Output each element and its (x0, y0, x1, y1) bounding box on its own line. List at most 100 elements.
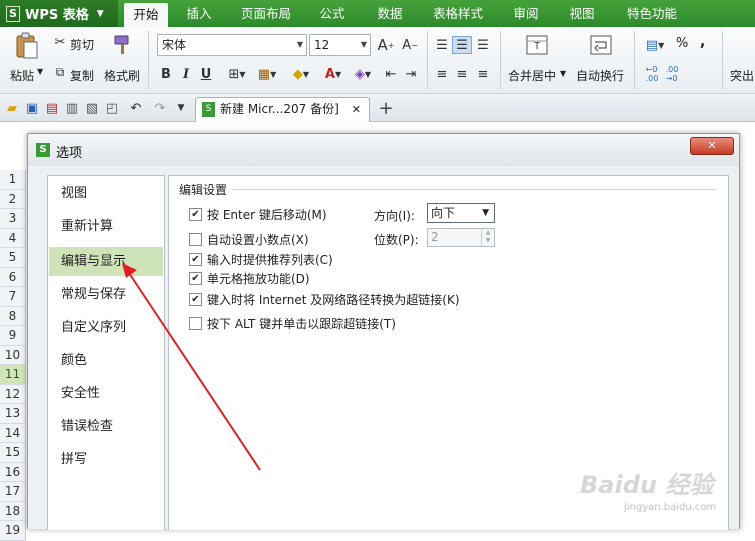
print-icon[interactable]: ▥ (64, 100, 80, 116)
tab-review[interactable]: 审阅 (506, 0, 546, 27)
row-header[interactable]: 13 (0, 404, 26, 424)
tab-table-style[interactable]: 表格样式 (426, 0, 490, 27)
tab-insert[interactable]: 插入 (180, 0, 218, 27)
sidebar-item-error-checking[interactable]: 错误检查 (49, 412, 163, 441)
export-pdf-icon[interactable]: ▤ (44, 100, 60, 116)
tab-formula[interactable]: 公式 (312, 0, 352, 27)
spinner-arrows-icon[interactable]: ▲ ▼ (481, 229, 494, 246)
row-header[interactable]: 15 (0, 443, 26, 463)
decrease-font-icon[interactable]: A − (400, 36, 420, 54)
percent-button[interactable]: % (676, 36, 688, 51)
row-header[interactable]: 18 (0, 501, 26, 521)
dialog-title-bar[interactable]: S 选项 ✕ (28, 134, 739, 166)
checkbox[interactable]: ✔ (189, 271, 202, 285)
align-middle-icon[interactable]: ☰ (452, 36, 472, 54)
row-header[interactable]: 17 (0, 482, 26, 502)
format-painter-button[interactable]: 格式刷 (104, 67, 140, 84)
merge-center-button[interactable]: 合并居中 (508, 67, 556, 84)
sidebar-item-recalculation[interactable]: 重新计算 (49, 212, 163, 241)
cut-button[interactable]: 剪切 (70, 36, 94, 53)
font-color-icon[interactable]: A ▼ (318, 65, 348, 83)
paste-button[interactable]: 粘贴 (10, 67, 34, 84)
open-folder-icon[interactable]: ▰ (4, 100, 20, 116)
sidebar-item-edit-display[interactable]: 编辑与显示 (49, 247, 163, 276)
save-icon[interactable]: ▣ (24, 100, 40, 116)
checkbox[interactable]: ✔ (189, 252, 202, 266)
row-header[interactable]: 7 (0, 287, 26, 307)
row-header[interactable]: 14 (0, 423, 26, 443)
row-header[interactable]: 9 (0, 326, 26, 346)
checkbox[interactable] (189, 316, 202, 330)
sidebar-item-general-save[interactable]: 常规与保存 (49, 280, 163, 309)
checkbox[interactable]: ✔ (189, 207, 202, 221)
row-header[interactable]: 8 (0, 306, 26, 326)
dialog-close-button[interactable]: ✕ (690, 137, 734, 155)
tab-page-layout[interactable]: 页面布局 (236, 0, 296, 27)
sidebar-item-view[interactable]: 视图 (49, 179, 163, 208)
italic-icon[interactable]: I (178, 65, 194, 83)
option-alt-click-hyperlink[interactable]: 按下 ALT 键并单击以跟踪超链接(T) (189, 315, 396, 331)
row-header[interactable]: 11 (0, 365, 26, 385)
row-header[interactable]: 2 (0, 189, 26, 209)
app-menu-button[interactable]: S WPS 表格 ▼ (0, 0, 118, 27)
row-header[interactable]: 4 (0, 228, 26, 248)
font-name-combo[interactable]: 宋体 ▼ (157, 34, 307, 56)
document-tab[interactable]: S 新建 Micr...207 备份] ✕ (195, 97, 370, 122)
redo-icon[interactable]: ↷ (152, 100, 168, 116)
sidebar-item-security[interactable]: 安全性 (49, 379, 163, 408)
decrease-indent-icon[interactable]: ⇤ (382, 65, 400, 83)
preview-icon[interactable]: ◰ (104, 100, 120, 116)
decimal-places-spinner[interactable]: 2 ▲ ▼ (427, 228, 495, 247)
row-header[interactable]: 12 (0, 384, 26, 404)
border-icon[interactable]: ⊞ ▼ (222, 65, 252, 83)
sidebar-item-colors[interactable]: 颜色 (49, 346, 163, 375)
increase-decimal-icon[interactable]: ←0.00 (644, 63, 660, 85)
bold-icon[interactable]: B (158, 65, 174, 83)
tab-data[interactable]: 数据 (370, 0, 410, 27)
option-auto-hyperlink[interactable]: ✔ 键入时将 Internet 及网络路径转换为超链接(K) (189, 291, 460, 307)
chevron-down-icon[interactable]: ▼ (560, 69, 566, 78)
underline-icon[interactable]: U (198, 65, 214, 83)
tab-home[interactable]: 开始 (124, 3, 168, 27)
checkbox[interactable] (189, 232, 202, 246)
new-tab-icon[interactable]: + (376, 98, 396, 119)
align-center-icon[interactable]: ≡ (452, 65, 472, 83)
undo-icon[interactable]: ↶ (128, 100, 144, 116)
align-right-icon[interactable]: ≡ (473, 65, 493, 83)
row-header[interactable]: 6 (0, 267, 26, 287)
wrap-text-button[interactable]: 自动换行 (576, 67, 624, 84)
copy-button[interactable]: 复制 (70, 67, 94, 84)
sidebar-item-custom-lists[interactable]: 自定义序列 (49, 313, 163, 342)
customize-toolbar-icon[interactable]: ▼ (174, 100, 188, 116)
option-move-after-enter[interactable]: ✔ 按 Enter 键后移动(M) (189, 206, 327, 222)
option-auto-decimal[interactable]: 自动设置小数点(X) (189, 231, 309, 247)
fill-color-icon[interactable]: ◆ ▼ (286, 65, 316, 83)
tab-special-features[interactable]: 特色功能 (620, 0, 684, 27)
highlight-button[interactable]: 突出 (730, 67, 754, 84)
comma-button[interactable]: , (700, 34, 705, 50)
increase-indent-icon[interactable]: ⇥ (402, 65, 420, 83)
align-left-icon[interactable]: ≡ (432, 65, 452, 83)
row-header[interactable]: 16 (0, 462, 26, 482)
increase-font-icon[interactable]: A + (376, 36, 396, 54)
checkbox[interactable]: ✔ (189, 292, 202, 306)
fill-style-icon[interactable]: ▦ ▼ (252, 65, 282, 83)
paste-dropdown-icon[interactable]: ▼ (37, 67, 43, 76)
sidebar-item-spelling[interactable]: 拼写 (49, 445, 163, 474)
currency-icon[interactable]: ▤ ▼ (642, 36, 668, 54)
row-header[interactable]: 1 (0, 170, 26, 190)
option-autocomplete-list[interactable]: ✔ 输入时提供推荐列表(C) (189, 251, 333, 267)
tab-view[interactable]: 视图 (562, 0, 602, 27)
row-header[interactable]: 3 (0, 209, 26, 229)
print-preview-icon[interactable]: ▧ (84, 100, 100, 116)
option-drag-drop[interactable]: ✔ 单元格拖放功能(D) (189, 270, 310, 286)
row-header[interactable]: 19 (0, 521, 26, 541)
align-bottom-icon[interactable]: ☰ (473, 36, 493, 54)
clear-format-icon[interactable]: ◈ ▼ (350, 65, 376, 83)
direction-select[interactable]: 向下 ▼ (427, 203, 495, 223)
close-icon[interactable]: ✕ (352, 98, 361, 121)
row-header[interactable]: 10 (0, 345, 26, 365)
align-top-icon[interactable]: ☰ (432, 36, 452, 54)
decrease-decimal-icon[interactable]: .00 →0 (664, 63, 680, 85)
paste-icon[interactable] (12, 31, 42, 61)
